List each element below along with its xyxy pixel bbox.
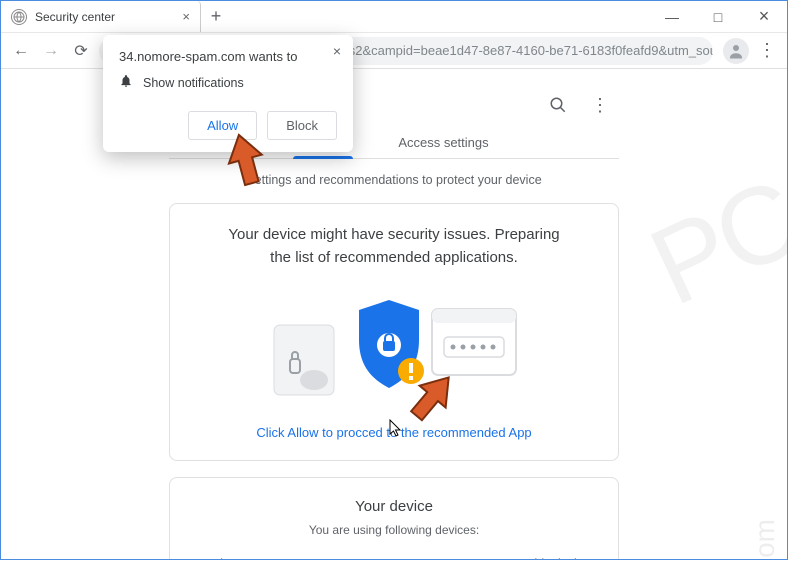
- notification-origin: 34.nomore-spam.com wants to: [119, 49, 337, 64]
- browser-tab[interactable]: Security center ×: [1, 1, 201, 32]
- reload-button[interactable]: ⟳: [69, 39, 93, 63]
- device-row: Desktop this device: [192, 557, 596, 559]
- window-controls: — □ ×: [649, 1, 787, 32]
- watermark-side: risk.com: [749, 519, 781, 559]
- block-button[interactable]: Block: [267, 111, 337, 140]
- device-tag: this device: [531, 557, 590, 559]
- back-button[interactable]: ←: [9, 39, 33, 63]
- your-device-subtitle: You are using following devices:: [192, 523, 596, 537]
- card-heading: Your device might have security issues. …: [192, 224, 596, 269]
- tab-title: Security center: [35, 10, 176, 24]
- titlebar: Security center × + — □ ×: [1, 1, 787, 33]
- card-heading-line2: the list of recommended applications.: [270, 249, 518, 266]
- notification-body: Show notifications: [143, 76, 244, 90]
- notification-close-icon[interactable]: ×: [333, 43, 341, 59]
- globe-icon: [11, 9, 27, 25]
- forward-button[interactable]: →: [39, 39, 63, 63]
- bell-icon: [119, 74, 133, 91]
- browser-window: Security center × + — □ × ← → ⟳ 34.nomor…: [0, 0, 788, 560]
- minimize-button[interactable]: —: [649, 1, 695, 32]
- card-heading-line1: Your device might have security issues. …: [228, 226, 559, 243]
- cursor-icon: [389, 419, 403, 440]
- browser-menu-icon[interactable]: ⋮: [755, 39, 779, 63]
- security-illustration: [192, 285, 596, 405]
- maximize-button[interactable]: □: [695, 1, 741, 32]
- notification-body-row: Show notifications: [119, 74, 337, 91]
- search-icon[interactable]: [547, 94, 569, 116]
- profile-avatar[interactable]: [723, 38, 749, 64]
- tab-access-settings[interactable]: Access settings: [372, 127, 514, 158]
- watermark-text: PC: [632, 154, 787, 330]
- your-device-card: Your device You are using following devi…: [169, 477, 619, 559]
- tab-close-icon[interactable]: ×: [182, 9, 190, 24]
- new-tab-button[interactable]: +: [201, 1, 231, 32]
- your-device-heading: Your device: [192, 498, 596, 515]
- window-close-button[interactable]: ×: [741, 1, 787, 32]
- device-name: Desktop: [198, 557, 244, 559]
- more-icon[interactable]: ⋮: [589, 94, 611, 116]
